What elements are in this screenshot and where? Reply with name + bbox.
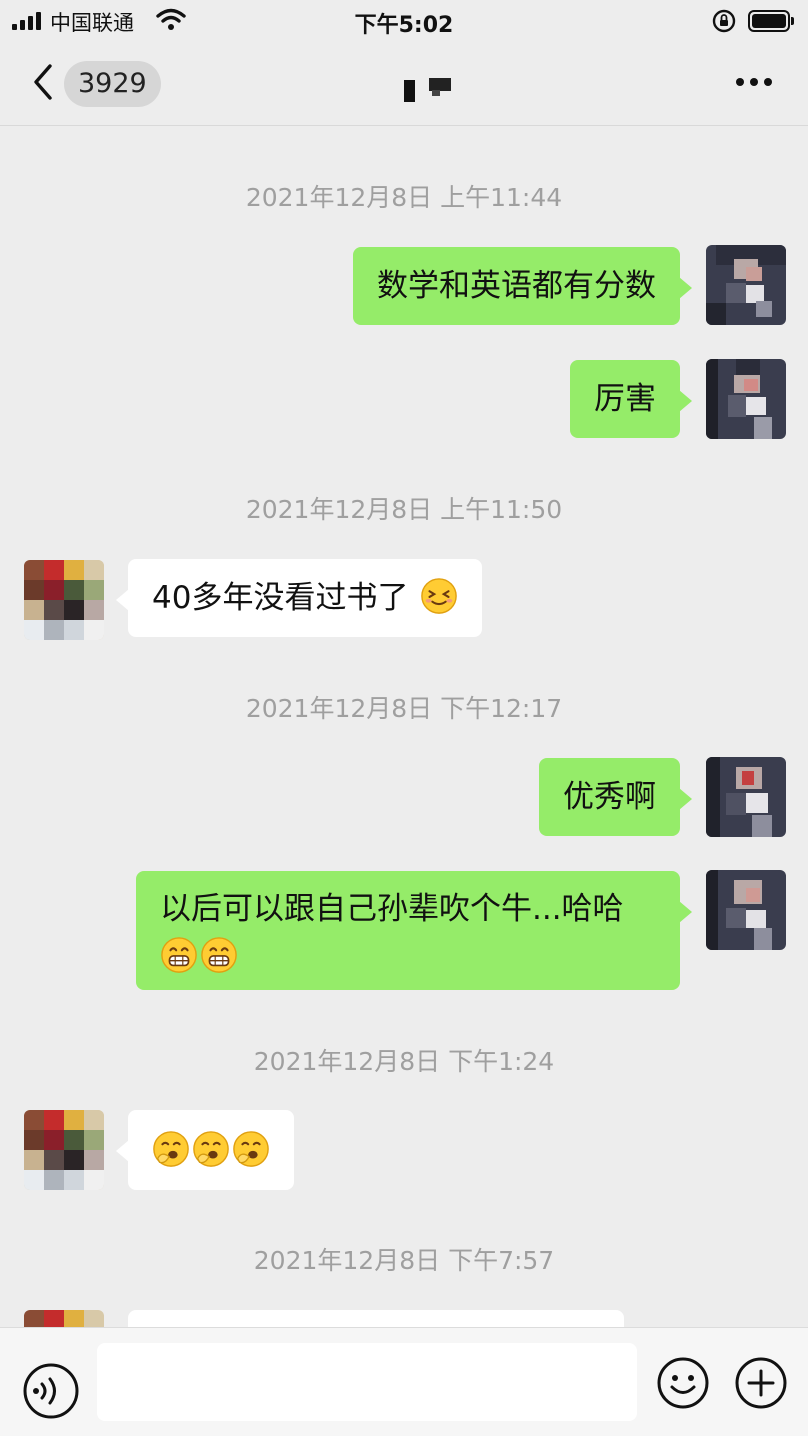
message-bubble-sent[interactable]: 数学和英语都有分数 (353, 247, 692, 325)
clock-time: 下午5:02 (354, 13, 454, 38)
chat-header: 3929 (0, 42, 808, 126)
emoji-picker-icon[interactable] (656, 1356, 710, 1410)
avatar-self[interactable] (706, 870, 786, 950)
yawn-face-icon (193, 1131, 229, 1167)
avatar-self[interactable] (706, 757, 786, 837)
avatar-contact-partial (24, 1310, 104, 1327)
more-options-icon[interactable] (732, 78, 772, 88)
message-bubble-received[interactable]: 40多年没看过书了 (115, 559, 483, 637)
timestamp: 2021年12月8日 下午1:24 (253, 1047, 555, 1076)
status-bar: 中国联通 下午5:02 (0, 0, 808, 42)
timestamp: 2021年12月8日 上午11:50 (245, 495, 563, 524)
input-bar (0, 1327, 808, 1436)
message-text: 以后可以跟自己孙辈吹个牛...哈哈 (160, 891, 624, 927)
message-bubble-sent[interactable]: 以后可以跟自己孙辈吹个牛...哈哈 (136, 871, 692, 990)
message-bubble-sent[interactable]: 优秀啊 (539, 758, 692, 836)
message-input[interactable] (97, 1343, 637, 1421)
unread-count-badge[interactable]: 3929 (64, 61, 161, 107)
grin-face-icon (161, 937, 197, 973)
message-text: 优秀啊 (563, 779, 656, 815)
orientation-lock-icon (712, 9, 736, 33)
message-list[interactable]: 2021年12月8日 上午11:44 数学和英语都有分数 厉害 2021年12月… (0, 127, 808, 1327)
avatar-contact[interactable] (24, 1110, 104, 1190)
message-text: 厉害 (594, 381, 656, 417)
message-bubble-sent[interactable]: 厉害 (570, 360, 692, 438)
timestamp: 2021年12月8日 上午11:44 (245, 183, 563, 212)
back-arrow-icon[interactable] (28, 62, 56, 102)
message-text: 数学和英语都有分数 (377, 268, 656, 304)
yawn-face-icon (153, 1131, 189, 1167)
avatar-self[interactable] (706, 359, 786, 439)
grinning-squint-face-icon (421, 578, 458, 614)
message-bubble-partial (128, 1310, 624, 1327)
avatar-self[interactable] (706, 245, 786, 325)
timestamp: 2021年12月8日 下午7:57 (253, 1246, 555, 1275)
message-text: 40多年没看过书了 (152, 580, 409, 616)
chat-title-redacted (404, 76, 456, 104)
battery-icon (748, 10, 796, 32)
avatar-contact[interactable] (24, 560, 104, 640)
timestamp: 2021年12月8日 下午12:17 (245, 694, 563, 723)
grin-face-icon (201, 937, 237, 973)
yawn-face-icon (233, 1131, 269, 1167)
voice-input-icon[interactable] (22, 1362, 80, 1420)
more-actions-plus-icon[interactable] (734, 1356, 788, 1410)
message-bubble-received[interactable] (116, 1110, 294, 1190)
